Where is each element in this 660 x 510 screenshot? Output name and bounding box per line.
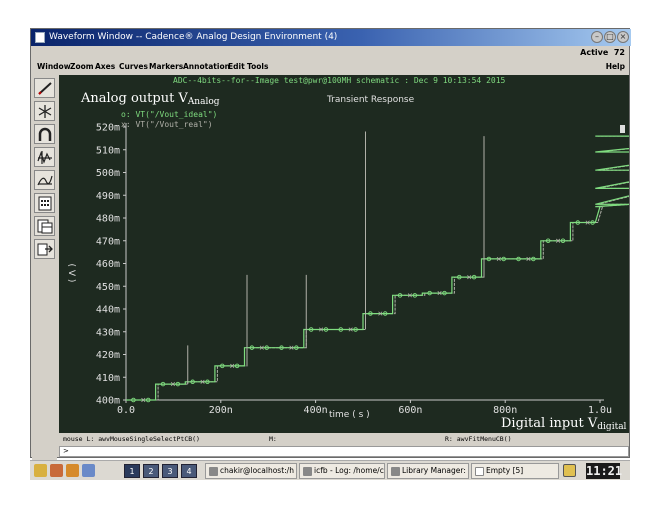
prompt-symbol: > xyxy=(63,447,69,455)
empty-icon xyxy=(475,467,484,476)
system-menu-icon[interactable] xyxy=(34,464,47,477)
x-tick-label: 200n xyxy=(209,405,233,416)
analog-output-annotation: Analog output VAnalog xyxy=(80,91,220,107)
smooth-curve-icon[interactable] xyxy=(34,170,55,190)
x-tick-label: 0.0 xyxy=(117,405,135,416)
window-title: Waveform Window -- Cadence® Analog Desig… xyxy=(49,32,338,42)
x-tick-label: 400n xyxy=(304,405,328,416)
plot-scroll-handle[interactable] xyxy=(620,125,625,133)
y-axis-ticks: 400m410m420m430m440m450m460m470m480m490m… xyxy=(96,123,126,407)
active-status: Active 72 xyxy=(580,46,625,60)
mouse-left-binding: mouse L: awvMouseSingleSelectPtCB() xyxy=(63,435,200,443)
launcher-icon[interactable] xyxy=(50,464,63,477)
legend-real[interactable]: x: VT("/Vout_real") xyxy=(121,120,213,129)
mouse-right-binding: R: awvFitMenuCB() xyxy=(445,435,512,443)
clock: 11:21 xyxy=(586,463,623,479)
x-tick-label: 600n xyxy=(398,405,422,416)
plot-header: ADC--4bits--for--Image test@pwr@100MH sc… xyxy=(173,76,506,85)
digital-input-annotation: Digital input Vdigital xyxy=(501,416,627,432)
y-tick-label: 450m xyxy=(96,282,120,293)
y-tick-label: 470m xyxy=(96,236,120,247)
icfb-icon xyxy=(303,467,312,476)
menu-edit[interactable]: Edit xyxy=(228,60,245,74)
window-app-icon xyxy=(35,32,45,43)
home-icon[interactable] xyxy=(82,464,95,477)
menu-help[interactable]: Help xyxy=(606,60,625,74)
task-icfb[interactable]: icfb - Log: /home/ch xyxy=(299,463,385,479)
mouse-binding-bar: mouse L: awvMouseSingleSelectPtCB() M: R… xyxy=(59,434,629,445)
menu-tools[interactable]: Tools xyxy=(247,60,268,74)
menu-annotation[interactable]: Annotation xyxy=(183,60,230,74)
plot-subtitle: Transient Response xyxy=(326,95,415,105)
y-tick-label: 490m xyxy=(96,191,120,202)
window-titlebar[interactable]: Waveform Window -- Cadence® Analog Desig… xyxy=(31,29,631,46)
y-tick-label: 440m xyxy=(96,305,120,316)
snowflake-icon[interactable] xyxy=(34,101,55,121)
menu-curves[interactable]: Curves xyxy=(119,60,148,74)
menu-axes[interactable]: Axes xyxy=(95,60,115,74)
y-tick-label: 520m xyxy=(96,123,120,134)
pencil-icon[interactable] xyxy=(34,78,55,98)
library-icon xyxy=(391,467,400,476)
workspace-1[interactable]: 1 xyxy=(124,464,140,478)
strip-chart-icon[interactable] xyxy=(34,147,55,167)
terminal-icon xyxy=(209,467,218,476)
menu-zoom[interactable]: Zoom xyxy=(70,60,94,74)
y-tick-label: 460m xyxy=(96,259,120,270)
task-library-manager[interactable]: Library Manager: W xyxy=(387,463,469,479)
calculator-icon[interactable] xyxy=(34,193,55,213)
active-value: 72 xyxy=(613,48,625,57)
y-tick-label: 500m xyxy=(96,168,120,179)
task-empty[interactable]: Empty [5] xyxy=(471,463,559,479)
minimize-button[interactable]: – xyxy=(591,31,603,43)
export-icon[interactable] xyxy=(34,239,55,259)
y-axis-label: ( V ) xyxy=(66,264,76,283)
workspace-4[interactable]: 4 xyxy=(181,464,197,478)
legend-ideal[interactable]: o: VT("/Vout_ideal") xyxy=(121,110,217,119)
taskbar: 1 2 3 4 chakir@localhost:/h icfb - Log: … xyxy=(30,460,630,480)
maximize-button[interactable]: □ xyxy=(604,31,616,43)
series-real-line xyxy=(128,135,629,401)
menu-markers[interactable]: Markers xyxy=(149,60,183,74)
task-terminal[interactable]: chakir@localhost:/h xyxy=(205,463,297,479)
y-tick-label: 430m xyxy=(96,327,120,338)
command-prompt[interactable]: > xyxy=(59,446,629,457)
waveform-plot[interactable]: ADC--4bits--for--Image test@pwr@100MH sc… xyxy=(59,75,629,433)
status-row: Active 72 xyxy=(31,46,631,60)
mouse-mid-binding: M: xyxy=(269,435,277,443)
y-tick-label: 480m xyxy=(96,214,120,225)
table-icon[interactable] xyxy=(34,216,55,236)
magnet-icon[interactable] xyxy=(34,124,55,144)
workspace-3[interactable]: 3 xyxy=(162,464,178,478)
y-tick-label: 420m xyxy=(96,350,120,361)
tool-palette xyxy=(32,76,57,461)
workspace-2[interactable]: 2 xyxy=(143,464,159,478)
y-tick-label: 510m xyxy=(96,145,120,156)
x-tick-label: 800n xyxy=(493,405,517,416)
plot-curves xyxy=(126,131,629,403)
menu-window[interactable]: Window xyxy=(37,60,71,74)
x-axis-label: time ( s ) xyxy=(329,410,370,420)
x-tick-label: 1.0u xyxy=(588,405,612,416)
menu-bar: Window Zoom Axes Curves Markers Annotati… xyxy=(31,60,631,74)
active-label: Active xyxy=(580,48,609,57)
notification-icon[interactable] xyxy=(563,464,576,477)
waveform-window: Waveform Window -- Cadence® Analog Desig… xyxy=(30,28,631,461)
series-ideal-line xyxy=(126,135,629,401)
y-tick-label: 410m xyxy=(96,373,120,384)
browser-icon[interactable] xyxy=(66,464,79,477)
close-button[interactable]: × xyxy=(617,31,629,43)
